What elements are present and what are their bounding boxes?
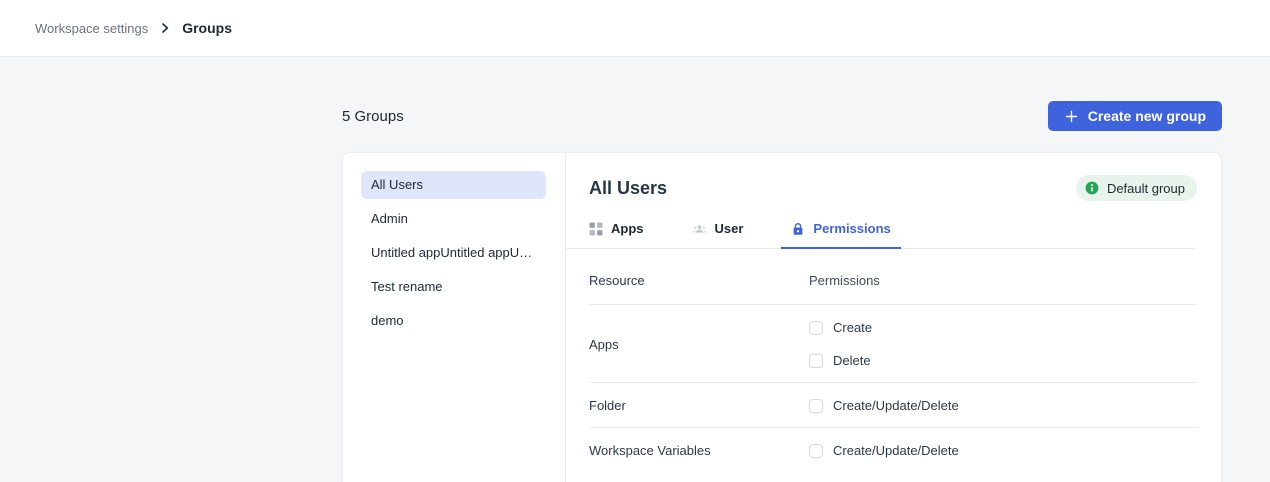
lock-icon [791, 222, 805, 236]
breadcrumb-current-groups: Groups [182, 20, 232, 36]
group-list: All Users Admin Untitled appUntitled appUn… [343, 153, 566, 482]
plus-icon [1064, 109, 1079, 124]
permission-label: Delete [833, 353, 871, 368]
permission-label: Create [833, 320, 872, 335]
info-icon [1085, 181, 1099, 195]
list-item[interactable]: Test rename [361, 273, 546, 301]
permission-label: Create/Update/Delete [833, 443, 959, 458]
list-item[interactable]: All Users [361, 171, 546, 199]
default-group-badge: Default group [1076, 175, 1197, 201]
permission-checkbox[interactable] [809, 321, 823, 335]
permissions-table-header: Resource Permissions [589, 249, 1197, 305]
column-header-permissions: Permissions [809, 273, 880, 288]
permissions-cell: Create/Update/Delete [809, 398, 1197, 413]
tab-label: User [715, 221, 744, 236]
breadcrumb-workspace-settings[interactable]: Workspace settings [35, 21, 148, 36]
permission-option: Delete [809, 353, 1197, 368]
group-detail-panel: All Users Default group Apps User Permissi… [566, 153, 1221, 482]
default-group-badge-label: Default group [1107, 181, 1185, 196]
resource-label: Folder [589, 398, 809, 413]
tab-apps[interactable]: Apps [579, 215, 654, 249]
groups-count-label: 5 Groups [342, 108, 404, 125]
group-title: All Users [589, 178, 667, 199]
permission-checkbox[interactable] [809, 354, 823, 368]
table-row: Folder Create/Update/Delete [589, 383, 1197, 428]
group-detail-header: All Users Default group [589, 175, 1197, 201]
permission-checkbox[interactable] [809, 444, 823, 458]
main-content: 5 Groups Create new group All Users Admin… [0, 57, 1270, 482]
create-new-group-button[interactable]: Create new group [1048, 101, 1222, 131]
create-new-group-label: Create new group [1088, 108, 1206, 124]
column-header-resource: Resource [589, 273, 809, 288]
list-item[interactable]: Admin [361, 205, 546, 233]
permissions-cell: Create Delete [809, 320, 1197, 368]
resource-label: Workspace Variables [589, 443, 809, 458]
tab-permissions[interactable]: Permissions [781, 215, 900, 249]
tab-user[interactable]: User [682, 215, 754, 249]
tab-label: Permissions [813, 221, 890, 236]
groups-card: All Users Admin Untitled appUntitled appUn… [342, 152, 1222, 482]
permissions-table: Resource Permissions Apps Create Delete Fol… [589, 249, 1197, 472]
permission-option: Create [809, 320, 1197, 335]
permission-option: Create/Update/Delete [809, 443, 1197, 458]
top-header-bar: Workspace settings Groups [0, 0, 1270, 57]
permissions-table-body: Apps Create Delete Folder Create/Update/Dele… [589, 305, 1197, 472]
permission-option: Create/Update/Delete [809, 398, 1197, 413]
chevron-right-icon [159, 22, 171, 34]
list-item[interactable]: Untitled appUntitled appUntitle… [361, 239, 546, 267]
list-item[interactable]: demo [361, 307, 546, 335]
table-row: Apps Create Delete [589, 305, 1197, 383]
permissions-cell: Create/Update/Delete [809, 443, 1197, 458]
resource-label: Apps [589, 337, 809, 352]
users-icon [692, 222, 707, 236]
groups-toolbar: 5 Groups Create new group [342, 101, 1222, 131]
detail-tabs: Apps User Permissions [566, 215, 1195, 249]
permission-checkbox[interactable] [809, 399, 823, 413]
table-row: Workspace Variables Create/Update/Delete [589, 428, 1197, 472]
permission-label: Create/Update/Delete [833, 398, 959, 413]
grid-icon [589, 222, 603, 236]
tab-label: Apps [611, 221, 644, 236]
